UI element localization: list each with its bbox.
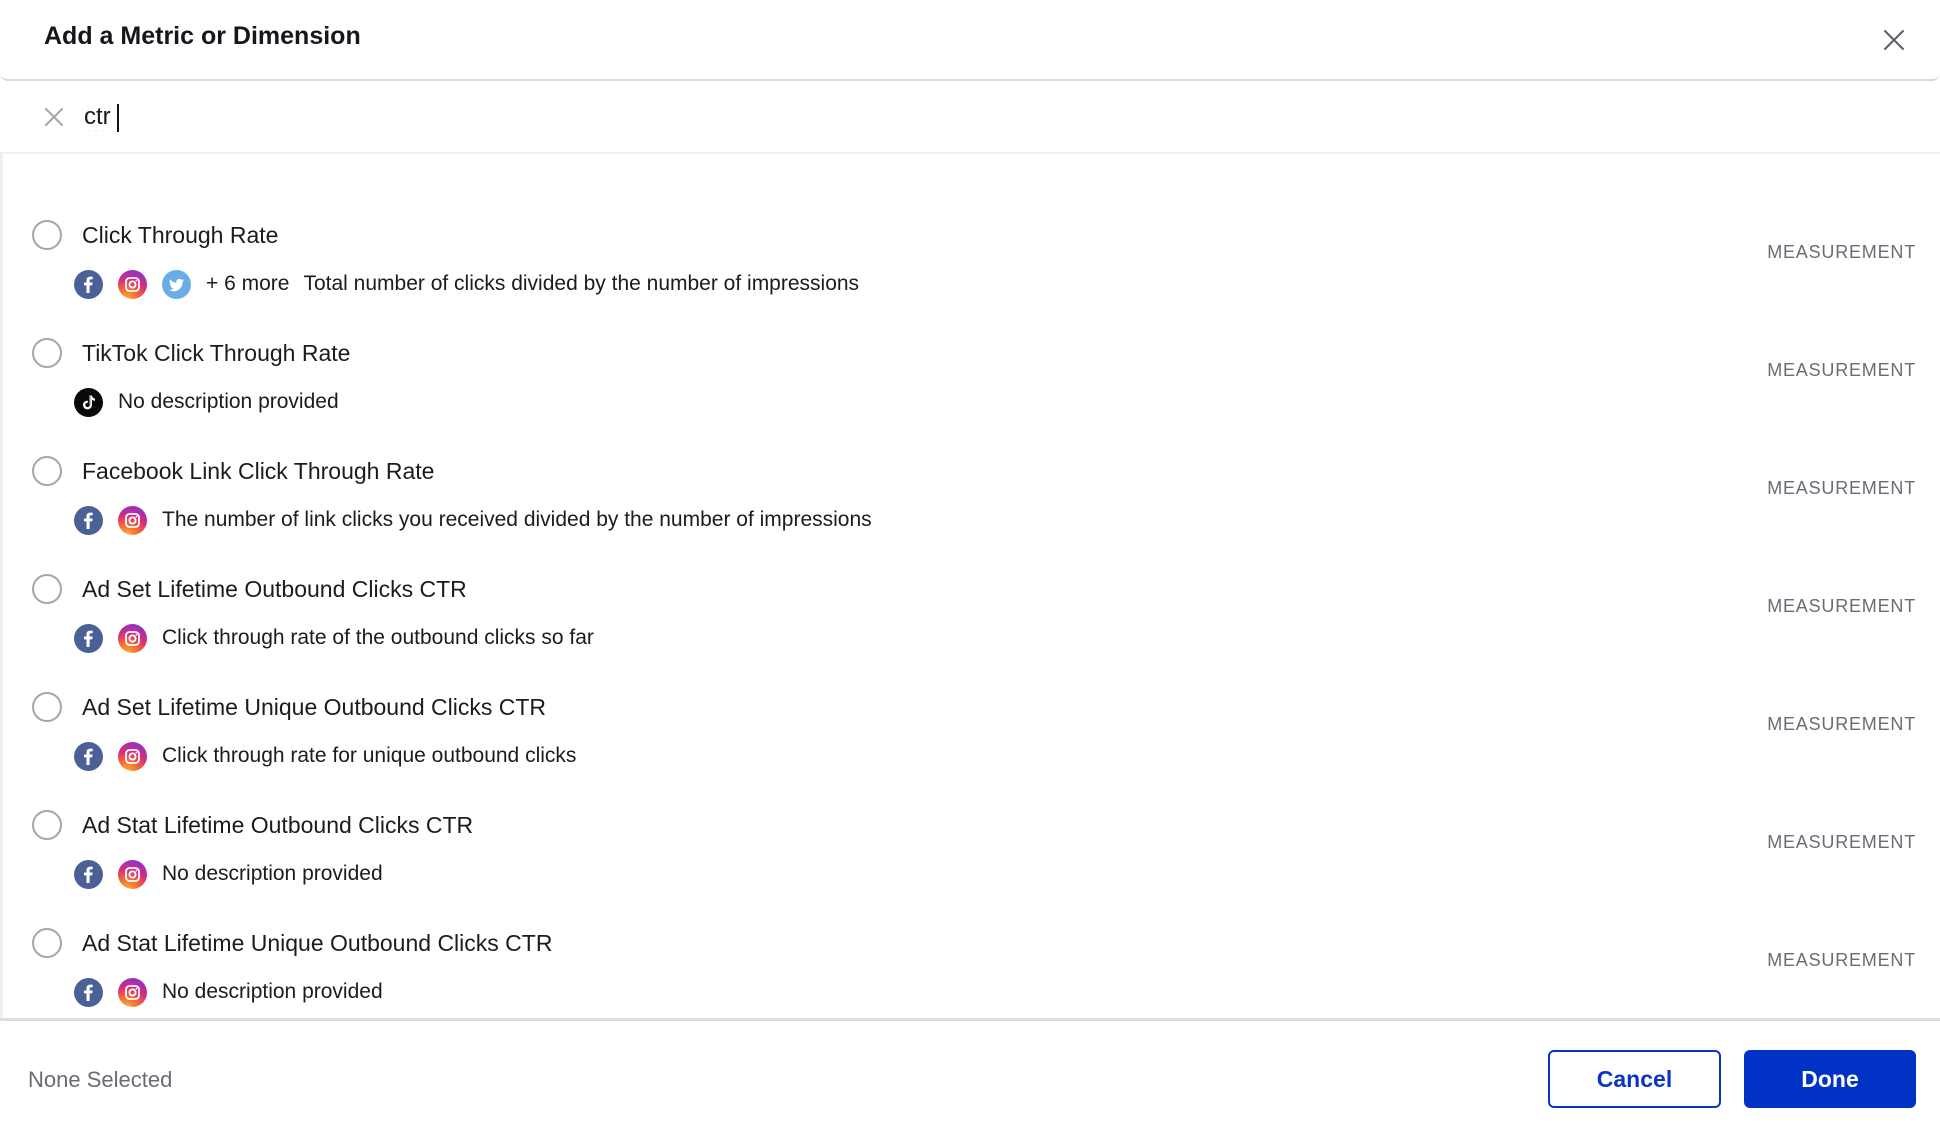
dialog-title: Add a Metric or Dimension [44,22,361,50]
result-description: No description provided [118,390,339,413]
result-type: MEASUREMENT [1767,596,1916,616]
search-input[interactable] [84,100,1284,134]
close-icon [1884,30,1904,50]
twitter-icon [162,269,191,299]
radio-button[interactable] [32,928,62,958]
result-type: MEASUREMENT [1767,478,1916,498]
result-details: No description provided [74,976,383,1008]
cancel-button[interactable]: Cancel [1548,1050,1721,1108]
result-row[interactable]: TikTok Click Through Rate No description… [3,324,1940,442]
radio-button[interactable] [32,574,62,604]
result-row[interactable]: Click Through Rate + 6 more Total number … [3,206,1940,324]
result-title: Click Through Rate [82,222,279,248]
text-caret [117,104,119,132]
result-details: The number of link clicks you received d… [74,504,872,536]
facebook-icon [74,977,103,1007]
close-button[interactable] [1882,28,1906,52]
result-description: Click through rate of the outbound click… [162,626,594,649]
result-row[interactable]: Ad Set Lifetime Outbound Clicks CTR Clic… [3,560,1940,678]
dialog-footer: None Selected Cancel Done [0,1018,1940,1126]
result-title: Facebook Link Click Through Rate [82,458,435,484]
result-title: Ad Stat Lifetime Unique Outbound Clicks … [82,930,553,956]
instagram-icon [118,269,147,299]
radio-button[interactable] [32,338,62,368]
search-bar [0,82,1940,153]
tiktok-icon [74,387,103,417]
result-details: No description provided [74,386,339,418]
clear-search-button[interactable] [44,107,64,127]
instagram-icon [118,741,147,771]
clear-icon [45,108,63,126]
result-row[interactable]: Facebook Link Click Through Rate The num… [3,442,1940,560]
result-description: No description provided [162,862,383,885]
more-networks-label: + 6 more [206,272,290,295]
instagram-icon [118,505,147,535]
facebook-icon [74,859,103,889]
radio-button[interactable] [32,810,62,840]
result-title: Ad Stat Lifetime Outbound Clicks CTR [82,812,474,838]
instagram-icon [118,977,147,1007]
result-description: Total number of clicks divided by the nu… [303,272,860,295]
instagram-icon [118,623,147,653]
result-details: + 6 more Total number of clicks divided b… [74,268,859,300]
result-title: Ad Set Lifetime Unique Outbound Clicks C… [82,694,547,720]
result-type: MEASUREMENT [1767,714,1916,734]
result-row[interactable]: Ad Set Lifetime Unique Outbound Clicks C… [3,678,1940,796]
result-title: Ad Set Lifetime Outbound Clicks CTR [82,576,467,602]
facebook-icon [74,505,103,535]
radio-button[interactable] [32,456,62,486]
instagram-icon [118,859,147,889]
result-type: MEASUREMENT [1767,832,1916,852]
result-title: TikTok Click Through Rate [82,340,351,366]
result-details: No description provided [74,858,383,890]
facebook-icon [74,623,103,653]
result-description: The number of link clicks you received d… [162,508,872,531]
result-description: Click through rate for unique outbound c… [162,744,577,767]
dialog-header: Add a Metric or Dimension [0,0,1940,81]
results-list[interactable]: Click Through Rate + 6 more Total number … [0,152,1940,1019]
result-type: MEASUREMENT [1767,360,1916,380]
result-details: Click through rate for unique outbound c… [74,740,576,772]
result-details: Click through rate of the outbound click… [74,622,594,654]
facebook-icon [74,741,103,771]
result-type: MEASUREMENT [1767,242,1916,262]
selection-status: None Selected [28,1067,173,1092]
result-type: MEASUREMENT [1767,950,1916,970]
radio-button[interactable] [32,692,62,722]
result-row[interactable]: Ad Stat Lifetime Outbound Clicks CTR No … [3,796,1940,914]
result-description: No description provided [162,980,383,1003]
radio-button[interactable] [32,220,62,250]
result-row[interactable]: Ad Stat Lifetime Unique Outbound Clicks … [3,914,1940,1019]
facebook-icon [74,269,103,299]
done-button[interactable]: Done [1744,1050,1916,1108]
